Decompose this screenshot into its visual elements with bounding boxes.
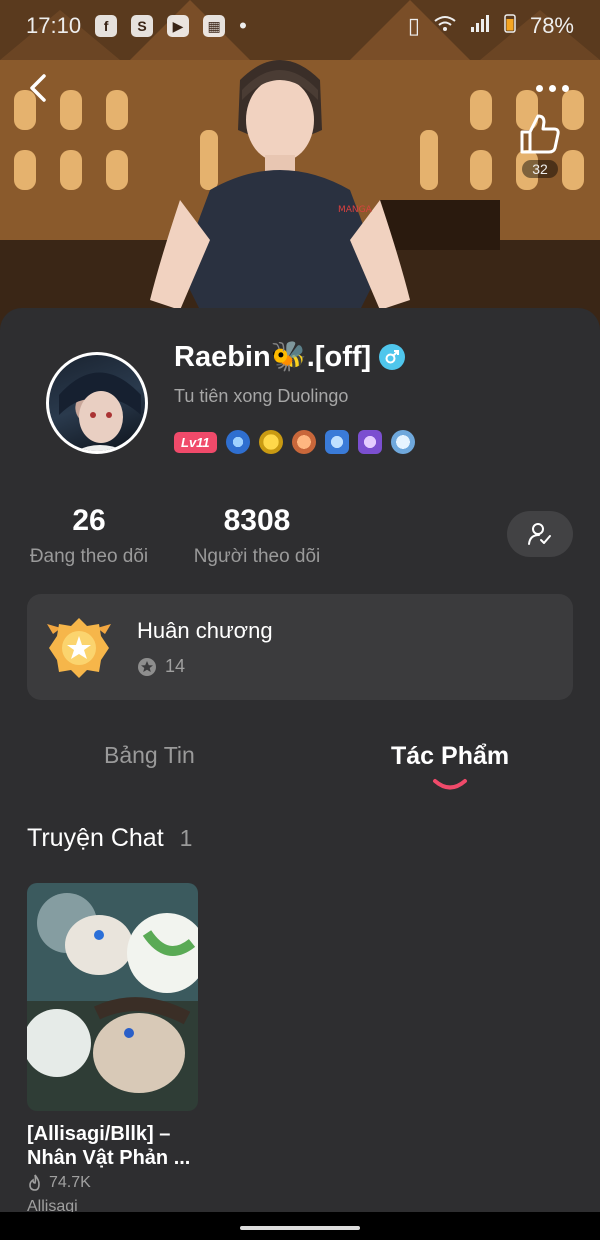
medal-count: 14 xyxy=(165,656,186,676)
more-dot-icon xyxy=(562,84,569,92)
story-cover[interactable] xyxy=(27,883,198,1111)
svg-text:MANGA: MANGA xyxy=(338,205,373,215)
medal-card[interactable]: Huân chương 14 xyxy=(27,594,573,700)
story-title-line2: Nhân Vật Phản ... xyxy=(27,1147,191,1169)
back-button[interactable] xyxy=(22,70,58,106)
battery-level: 78% xyxy=(529,13,574,38)
medal-title: Huân chương xyxy=(137,618,273,643)
user-check-icon xyxy=(528,523,551,545)
facebook-icon: f xyxy=(95,15,118,37)
story-author: Allisagi xyxy=(27,1198,78,1212)
signal-icon xyxy=(470,13,490,39)
battery-icon xyxy=(504,13,516,39)
section-count: 1 xyxy=(179,825,193,851)
cloud-medal-icon[interactable] xyxy=(390,430,415,454)
more-options-button[interactable] xyxy=(536,78,572,98)
home-indicator[interactable] xyxy=(240,1226,360,1230)
shopee-icon: S xyxy=(131,15,154,37)
follow-manage-button[interactable] xyxy=(507,511,573,557)
following-stat[interactable]: 26 Đang theo dõi xyxy=(27,504,151,568)
followers-label: Người theo dõi xyxy=(193,546,321,567)
fire-icon xyxy=(29,1174,40,1191)
app-notification-icon: ▦ xyxy=(203,15,226,37)
username: Raebin🐝.[off] xyxy=(174,341,372,373)
profile-cover: 17:10 f S ▶ ▦ • ▯ 78% MANGA 32 xyxy=(0,0,600,330)
youtube-icon: ▶ xyxy=(167,15,190,37)
blue-shield-medal-icon[interactable] xyxy=(324,430,349,454)
cover-character-image: MANGA xyxy=(150,60,410,330)
status-time: 17:10 xyxy=(26,13,82,38)
followers-stat[interactable]: 8308 Người theo dõi xyxy=(190,504,324,568)
medal-badge-icon xyxy=(47,618,111,678)
story-title[interactable]: [Allisagi/Bllk] – Nhân Vật Phản ... xyxy=(27,1122,207,1170)
tab-feed[interactable]: Bảng Tin xyxy=(104,742,195,769)
male-gender-icon xyxy=(379,344,406,370)
bronze-medal-icon[interactable] xyxy=(291,430,316,454)
section-title: Truyện Chat xyxy=(27,824,164,852)
level-badge[interactable]: Lv11 xyxy=(174,431,217,453)
more-dot-icon xyxy=(549,84,556,92)
more-dot-icon xyxy=(536,84,543,92)
story-title-line1: [Allisagi/Bllk] – xyxy=(27,1123,171,1145)
chevron-left-icon xyxy=(30,74,46,102)
following-label: Đang theo dõi xyxy=(29,546,149,567)
dot-icon: • xyxy=(239,13,247,38)
active-tab-indicator xyxy=(433,779,467,790)
badge-list: Lv11 xyxy=(174,430,415,454)
like-count: 32 xyxy=(522,160,558,178)
profile-bio: Tu tiên xong Duolingo xyxy=(174,386,349,406)
followers-count: 8308 xyxy=(223,504,291,537)
like-button[interactable]: 32 xyxy=(516,112,564,182)
story-view-count: 74.7K xyxy=(49,1174,91,1191)
sun-medal-icon[interactable] xyxy=(258,430,283,454)
vibrate-icon: ▯ xyxy=(407,13,420,38)
section-header: Truyện Chat 1 xyxy=(27,824,192,853)
thumbs-up-icon xyxy=(520,114,560,154)
story-cover-image xyxy=(27,883,198,1111)
story-views: 74.7K xyxy=(27,1174,91,1192)
following-count: 26 xyxy=(72,504,106,537)
wifi-icon xyxy=(434,13,456,39)
avatar[interactable] xyxy=(46,352,148,454)
star-circle-icon xyxy=(138,657,156,676)
tab-works[interactable]: Tác Phẩm xyxy=(391,742,509,771)
blue-drop-medal-icon[interactable] xyxy=(225,430,250,454)
purple-shield-medal-icon[interactable] xyxy=(357,430,382,454)
